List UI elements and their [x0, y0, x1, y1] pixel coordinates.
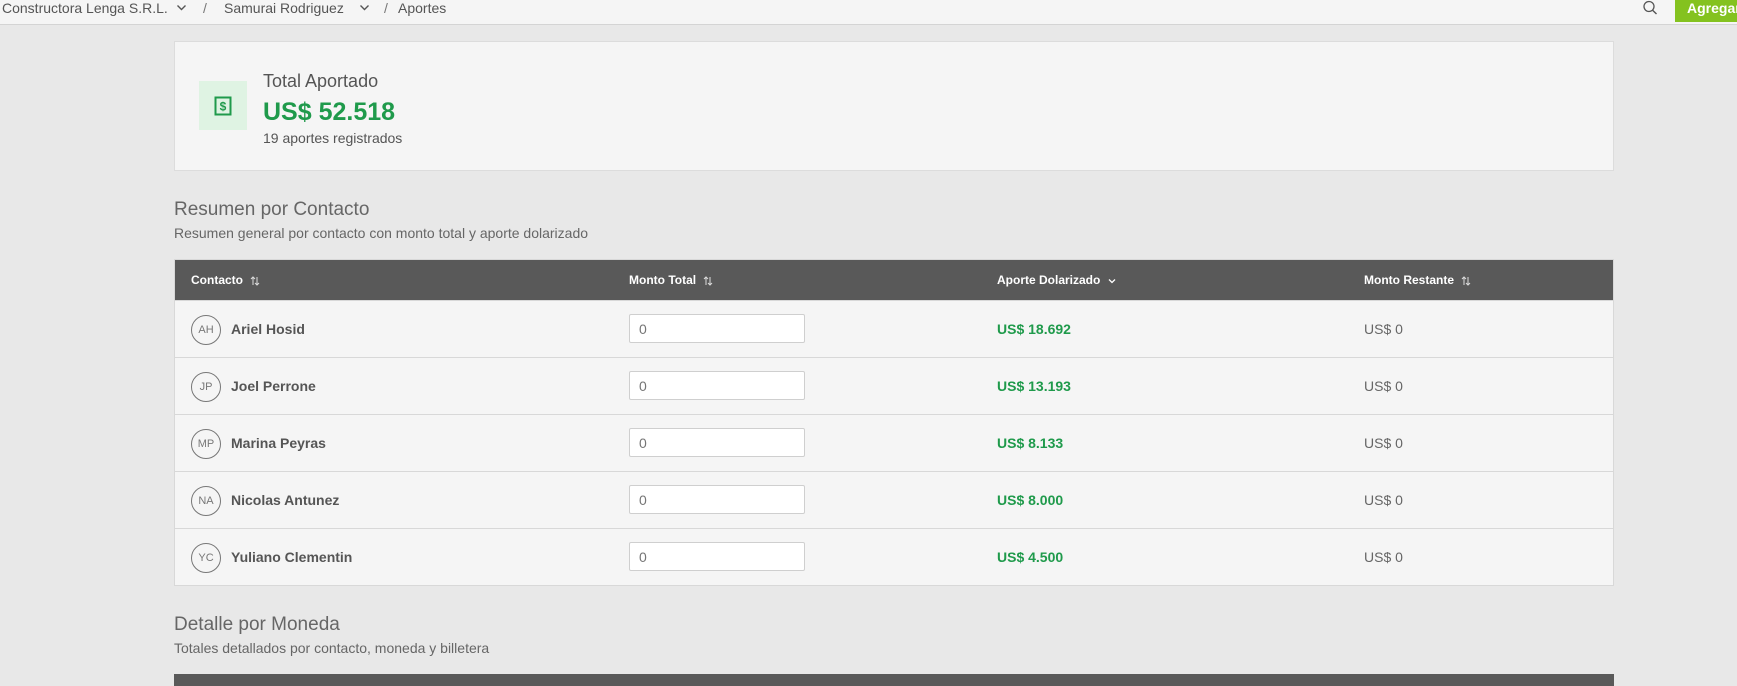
search-icon[interactable] — [1642, 0, 1658, 16]
svg-text:$: $ — [220, 100, 227, 114]
chevron-down-icon — [1108, 278, 1116, 284]
column-header-label: Contacto — [191, 273, 243, 287]
section-subtitle-currency: Totales detallados por contacto, moneda … — [174, 640, 490, 656]
aporte-dolarizado-value: US$ 4.500 — [997, 549, 1064, 565]
breadcrumb-current-page: Aportes — [398, 0, 447, 16]
total-count: 19 aportes registrados — [263, 130, 403, 146]
avatar: MP — [191, 429, 221, 459]
monto-total-input[interactable] — [629, 542, 805, 571]
column-header-label: Monto Restante — [1364, 273, 1454, 287]
monto-restante-value: US$ 0 — [1364, 378, 1403, 394]
column-header-monto-restante[interactable]: Monto Restante — [1364, 272, 1471, 288]
contact-name[interactable]: Joel Perrone — [231, 378, 316, 394]
breadcrumb-person[interactable]: Samurai Rodriguez — [224, 0, 344, 16]
monto-restante-value: US$ 0 — [1364, 492, 1403, 508]
monto-total-input[interactable] — [629, 485, 805, 514]
aporte-dolarizado-value: US$ 8.000 — [997, 492, 1064, 508]
sort-icon — [1461, 276, 1471, 286]
sort-icon — [704, 276, 713, 286]
contact-name[interactable]: Yuliano Clementin — [231, 549, 352, 565]
top-bar: Constructora Lenga S.R.L. / Samurai Rodr… — [0, 0, 1737, 25]
monto-restante-value: US$ 0 — [1364, 435, 1403, 451]
monto-restante-value: US$ 0 — [1364, 321, 1403, 337]
column-header-label: Aporte Dolarizado — [997, 273, 1101, 287]
contact-name[interactable]: Ariel Hosid — [231, 321, 305, 337]
chevron-down-icon[interactable] — [359, 2, 370, 13]
table-row[interactable]: YC Yuliano Clementin US$ 4.500 US$ 0 — [175, 528, 1613, 585]
column-header-contacto[interactable]: Contacto — [191, 272, 260, 288]
add-button[interactable]: Agregar — [1675, 0, 1737, 22]
monto-total-input[interactable] — [629, 314, 805, 343]
table-row[interactable]: NA Nicolas Antunez US$ 8.000 US$ 0 — [175, 471, 1613, 528]
contact-name[interactable]: Marina Peyras — [231, 435, 326, 451]
table-row[interactable]: JP Joel Perrone US$ 13.193 US$ 0 — [175, 357, 1613, 414]
breadcrumb-company[interactable]: Constructora Lenga S.R.L. — [2, 0, 168, 16]
chevron-down-icon[interactable] — [176, 2, 187, 13]
table-row[interactable]: MP Marina Peyras US$ 8.133 US$ 0 — [175, 414, 1613, 471]
avatar: AH — [191, 315, 221, 345]
column-header-monto-total[interactable]: Monto Total — [629, 272, 713, 288]
sort-icon — [250, 276, 260, 286]
section-title-contact: Resumen por Contacto — [174, 199, 370, 220]
aporte-dolarizado-value: US$ 18.692 — [997, 321, 1071, 337]
breadcrumb-separator: / — [203, 0, 207, 16]
money-icon-box: $ — [199, 81, 247, 130]
breadcrumb-separator: / — [384, 0, 388, 16]
monto-total-input[interactable] — [629, 371, 805, 400]
monto-restante-value: US$ 0 — [1364, 549, 1403, 565]
table-header: Contacto Monto Total Aporte Dolarizado M… — [175, 260, 1613, 300]
contact-name[interactable]: Nicolas Antunez — [231, 492, 339, 508]
total-label: Total Aportado — [263, 71, 379, 91]
column-header-label: Monto Total — [629, 273, 697, 287]
aporte-dolarizado-value: US$ 8.133 — [997, 435, 1064, 451]
contact-summary-table: Contacto Monto Total Aporte Dolarizado M… — [174, 259, 1614, 586]
money-icon: $ — [214, 96, 232, 116]
column-header-aporte-dolarizado[interactable]: Aporte Dolarizado — [997, 272, 1116, 288]
table-row[interactable]: AH Ariel Hosid US$ 18.692 US$ 0 — [175, 300, 1613, 357]
avatar: JP — [191, 372, 221, 402]
avatar: NA — [191, 486, 221, 516]
avatar: YC — [191, 543, 221, 573]
section-subtitle-contact: Resumen general por contacto con monto t… — [174, 225, 589, 241]
total-summary-card: $ Total Aportado US$ 52.518 19 aportes r… — [174, 41, 1614, 171]
currency-table-header — [174, 674, 1614, 686]
total-value: US$ 52.518 — [263, 98, 396, 126]
section-title-currency: Detalle por Moneda — [174, 614, 340, 635]
aporte-dolarizado-value: US$ 13.193 — [997, 378, 1071, 394]
monto-total-input[interactable] — [629, 428, 805, 457]
